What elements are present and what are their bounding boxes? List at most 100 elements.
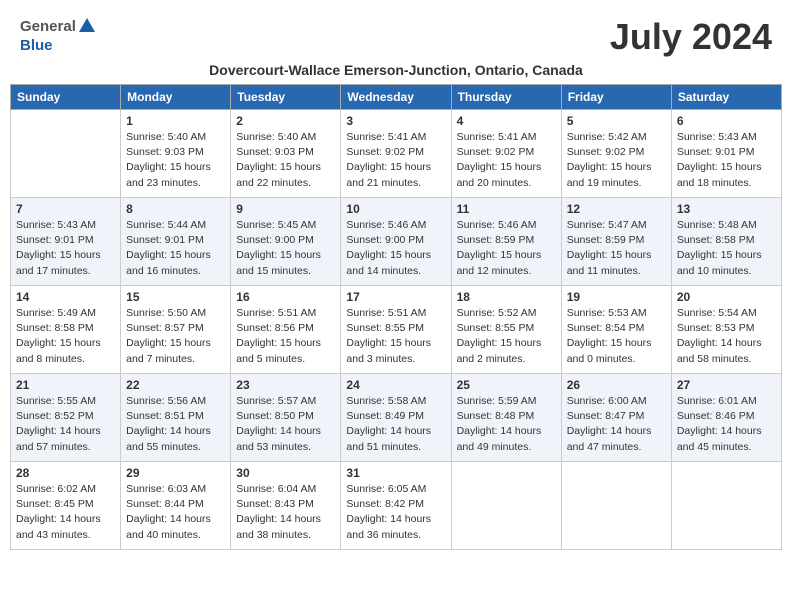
cell-info: Sunrise: 5:46 AM Sunset: 9:00 PM Dayligh… xyxy=(346,218,445,279)
day-number: 11 xyxy=(457,202,556,216)
calendar-cell xyxy=(451,462,561,550)
day-number: 20 xyxy=(677,290,776,304)
calendar-cell: 21 Sunrise: 5:55 AM Sunset: 8:52 PM Dayli… xyxy=(11,374,121,462)
calendar-cell: 23Sunrise: 5:57 AM Sunset: 8:50 PM Dayli… xyxy=(231,374,341,462)
calendar-cell: 26Sunrise: 6:00 AM Sunset: 8:47 PM Dayli… xyxy=(561,374,671,462)
calendar-cell: 19 Sunrise: 5:53 AM Sunset: 8:54 PM Dayli… xyxy=(561,286,671,374)
calendar-cell: 6 Sunrise: 5:43 AM Sunset: 9:01 PM Daylig… xyxy=(671,110,781,198)
col-header-monday: Monday xyxy=(121,85,231,110)
day-number: 23 xyxy=(236,378,335,392)
cell-info: Sunrise: 6:05 AM Sunset: 8:42 PM Dayligh… xyxy=(346,482,445,543)
cell-info: Sunrise: 5:55 AM Sunset: 8:52 PM Dayligh… xyxy=(16,394,115,455)
calendar-cell: 15 Sunrise: 5:50 AM Sunset: 8:57 PM Dayli… xyxy=(121,286,231,374)
cell-info: Sunrise: 5:43 AM Sunset: 9:01 PM Dayligh… xyxy=(677,130,776,191)
calendar-cell: 7 Sunrise: 5:43 AM Sunset: 9:01 PM Daylig… xyxy=(11,198,121,286)
calendar-cell: 1Sunrise: 5:40 AM Sunset: 9:03 PM Daylig… xyxy=(121,110,231,198)
cell-info: Sunrise: 5:54 AM Sunset: 8:53 PM Dayligh… xyxy=(677,306,776,367)
cell-info: Sunrise: 5:43 AM Sunset: 9:01 PM Dayligh… xyxy=(16,218,115,279)
header-row: SundayMondayTuesdayWednesdayThursdayFrid… xyxy=(11,85,782,110)
col-header-thursday: Thursday xyxy=(451,85,561,110)
day-number: 30 xyxy=(236,466,335,480)
cell-info: Sunrise: 5:41 AM Sunset: 9:02 PM Dayligh… xyxy=(346,130,445,191)
calendar-cell: 13Sunrise: 5:48 AM Sunset: 8:58 PM Dayli… xyxy=(671,198,781,286)
day-number: 9 xyxy=(236,202,335,216)
calendar-cell: 29 Sunrise: 6:03 AM Sunset: 8:44 PM Dayli… xyxy=(121,462,231,550)
cell-info: Sunrise: 5:53 AM Sunset: 8:54 PM Dayligh… xyxy=(567,306,666,367)
calendar-subtitle: Dovercourt-Wallace Emerson-Junction, Ont… xyxy=(10,62,782,78)
col-header-saturday: Saturday xyxy=(671,85,781,110)
cell-info: Sunrise: 5:49 AM Sunset: 8:58 PM Dayligh… xyxy=(16,306,115,367)
cell-info: Sunrise: 5:58 AM Sunset: 8:49 PM Dayligh… xyxy=(346,394,445,455)
month-title: July 2024 xyxy=(610,16,772,58)
day-number: 21 xyxy=(16,378,115,392)
cell-info: Sunrise: 5:40 AM Sunset: 9:03 PM Dayligh… xyxy=(236,130,335,191)
day-number: 10 xyxy=(346,202,445,216)
logo-blue: Blue xyxy=(20,37,53,54)
day-number: 14 xyxy=(16,290,115,304)
cell-info: Sunrise: 5:48 AM Sunset: 8:58 PM Dayligh… xyxy=(677,218,776,279)
calendar-cell: 25Sunrise: 5:59 AM Sunset: 8:48 PM Dayli… xyxy=(451,374,561,462)
cell-info: Sunrise: 5:47 AM Sunset: 8:59 PM Dayligh… xyxy=(567,218,666,279)
day-number: 31 xyxy=(346,466,445,480)
day-number: 7 xyxy=(16,202,115,216)
day-number: 5 xyxy=(567,114,666,128)
day-number: 4 xyxy=(457,114,556,128)
cell-info: Sunrise: 5:51 AM Sunset: 8:56 PM Dayligh… xyxy=(236,306,335,367)
calendar-cell: 11 Sunrise: 5:46 AM Sunset: 8:59 PM Dayli… xyxy=(451,198,561,286)
cell-info: Sunrise: 5:40 AM Sunset: 9:03 PM Dayligh… xyxy=(126,130,225,191)
col-header-wednesday: Wednesday xyxy=(341,85,451,110)
col-header-tuesday: Tuesday xyxy=(231,85,341,110)
calendar-cell xyxy=(11,110,121,198)
day-number: 29 xyxy=(126,466,225,480)
cell-info: Sunrise: 5:51 AM Sunset: 8:55 PM Dayligh… xyxy=(346,306,445,367)
logo-triangle xyxy=(78,16,96,37)
cell-info: Sunrise: 6:02 AM Sunset: 8:45 PM Dayligh… xyxy=(16,482,115,543)
calendar-cell: 17 Sunrise: 5:51 AM Sunset: 8:55 PM Dayli… xyxy=(341,286,451,374)
calendar-cell xyxy=(561,462,671,550)
calendar-cell: 8Sunrise: 5:44 AM Sunset: 9:01 PM Daylig… xyxy=(121,198,231,286)
calendar-cell: 10 Sunrise: 5:46 AM Sunset: 9:00 PM Dayli… xyxy=(341,198,451,286)
calendar-cell: 12 Sunrise: 5:47 AM Sunset: 8:59 PM Dayli… xyxy=(561,198,671,286)
week-row-3: 14 Sunrise: 5:49 AM Sunset: 8:58 PM Dayli… xyxy=(11,286,782,374)
calendar-cell: 31 Sunrise: 6:05 AM Sunset: 8:42 PM Dayli… xyxy=(341,462,451,550)
cell-info: Sunrise: 5:41 AM Sunset: 9:02 PM Dayligh… xyxy=(457,130,556,191)
calendar-cell: 20 Sunrise: 5:54 AM Sunset: 8:53 PM Dayli… xyxy=(671,286,781,374)
cell-info: Sunrise: 5:42 AM Sunset: 9:02 PM Dayligh… xyxy=(567,130,666,191)
calendar-cell: 5 Sunrise: 5:42 AM Sunset: 9:02 PM Daylig… xyxy=(561,110,671,198)
logo-general: General xyxy=(20,18,76,35)
day-number: 17 xyxy=(346,290,445,304)
calendar-table: SundayMondayTuesdayWednesdayThursdayFrid… xyxy=(10,84,782,550)
day-number: 8 xyxy=(126,202,225,216)
calendar-cell: 28 Sunrise: 6:02 AM Sunset: 8:45 PM Dayli… xyxy=(11,462,121,550)
day-number: 12 xyxy=(567,202,666,216)
calendar-cell: 18 Sunrise: 5:52 AM Sunset: 8:55 PM Dayli… xyxy=(451,286,561,374)
calendar-cell: 14 Sunrise: 5:49 AM Sunset: 8:58 PM Dayli… xyxy=(11,286,121,374)
cell-info: Sunrise: 5:45 AM Sunset: 9:00 PM Dayligh… xyxy=(236,218,335,279)
day-number: 16 xyxy=(236,290,335,304)
cell-info: Sunrise: 5:46 AM Sunset: 8:59 PM Dayligh… xyxy=(457,218,556,279)
cell-info: Sunrise: 5:59 AM Sunset: 8:48 PM Dayligh… xyxy=(457,394,556,455)
week-row-1: 1Sunrise: 5:40 AM Sunset: 9:03 PM Daylig… xyxy=(11,110,782,198)
day-number: 18 xyxy=(457,290,556,304)
calendar-cell: 16 Sunrise: 5:51 AM Sunset: 8:56 PM Dayli… xyxy=(231,286,341,374)
day-number: 6 xyxy=(677,114,776,128)
day-number: 19 xyxy=(567,290,666,304)
day-number: 27 xyxy=(677,378,776,392)
day-number: 3 xyxy=(346,114,445,128)
calendar-cell xyxy=(671,462,781,550)
day-number: 28 xyxy=(16,466,115,480)
cell-info: Sunrise: 5:52 AM Sunset: 8:55 PM Dayligh… xyxy=(457,306,556,367)
cell-info: Sunrise: 6:00 AM Sunset: 8:47 PM Dayligh… xyxy=(567,394,666,455)
week-row-4: 21 Sunrise: 5:55 AM Sunset: 8:52 PM Dayli… xyxy=(11,374,782,462)
cell-info: Sunrise: 6:03 AM Sunset: 8:44 PM Dayligh… xyxy=(126,482,225,543)
calendar-cell: 4 Sunrise: 5:41 AM Sunset: 9:02 PM Daylig… xyxy=(451,110,561,198)
calendar-cell: 22Sunrise: 5:56 AM Sunset: 8:51 PM Dayli… xyxy=(121,374,231,462)
calendar-cell: 30Sunrise: 6:04 AM Sunset: 8:43 PM Dayli… xyxy=(231,462,341,550)
cell-info: Sunrise: 5:50 AM Sunset: 8:57 PM Dayligh… xyxy=(126,306,225,367)
calendar-cell: 9 Sunrise: 5:45 AM Sunset: 9:00 PM Daylig… xyxy=(231,198,341,286)
day-number: 2 xyxy=(236,114,335,128)
day-number: 24 xyxy=(346,378,445,392)
calendar-cell: 2 Sunrise: 5:40 AM Sunset: 9:03 PM Daylig… xyxy=(231,110,341,198)
day-number: 15 xyxy=(126,290,225,304)
cell-info: Sunrise: 6:01 AM Sunset: 8:46 PM Dayligh… xyxy=(677,394,776,455)
